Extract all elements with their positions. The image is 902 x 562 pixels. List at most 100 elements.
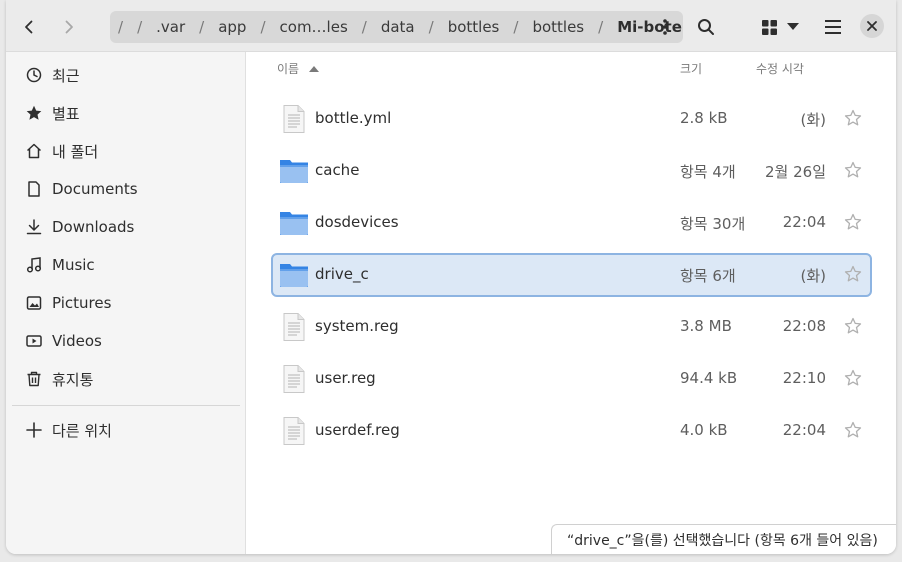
file-name: drive_c xyxy=(315,265,369,283)
sidebar-item-label: 최근 xyxy=(52,66,80,85)
sidebar-item-music[interactable]: Music xyxy=(12,247,240,283)
text-file-icon xyxy=(279,312,309,342)
main-menu-button[interactable] xyxy=(816,10,850,44)
picture-icon xyxy=(26,295,42,311)
back-arrow-icon xyxy=(25,20,33,34)
file-row[interactable]: user.reg 94.4 kB 22:10 xyxy=(271,357,872,401)
path-separator: / xyxy=(598,18,604,36)
folder-icon xyxy=(279,208,309,238)
download-icon xyxy=(26,219,42,235)
back-button[interactable] xyxy=(12,10,46,44)
column-header-label: 이름 xyxy=(277,62,300,76)
file-name: bottle.yml xyxy=(315,109,392,127)
star-toggle-icon[interactable] xyxy=(844,421,862,439)
path-separator: / xyxy=(260,18,266,36)
file-manager-window: / / .var / app / com…les / data / bottle… xyxy=(6,0,896,554)
path-menu-button[interactable] xyxy=(653,15,677,39)
sidebar-item-label: 다른 위치 xyxy=(52,421,112,440)
vertical-dots-icon xyxy=(663,19,667,35)
sidebar-item-videos[interactable]: Videos xyxy=(12,323,240,359)
sidebar-item-label: Videos xyxy=(52,332,102,350)
header-bar: / / .var / app / com…les / data / bottle… xyxy=(6,0,896,52)
star-toggle-icon[interactable] xyxy=(844,317,862,335)
sidebar-item-recent[interactable]: 최근 xyxy=(12,57,240,93)
clock-icon xyxy=(26,67,42,83)
file-row[interactable]: system.reg 3.8 MB 22:08 xyxy=(271,305,872,349)
path-separator: / xyxy=(199,18,205,36)
file-modified: (화) xyxy=(800,267,826,285)
video-icon xyxy=(26,333,42,349)
file-name: dosdevices xyxy=(315,213,399,231)
path-separator: / xyxy=(428,18,434,36)
path-separator: / xyxy=(361,18,367,36)
sidebar-item-label: Pictures xyxy=(52,294,112,312)
sidebar-item-documents[interactable]: Documents xyxy=(12,171,240,207)
column-header-modified[interactable]: 수정 시각 xyxy=(756,60,804,77)
sidebar: 최근 별표 내 폴더 Documents Downloads Music Pic… xyxy=(6,52,246,554)
text-file-icon xyxy=(279,416,309,446)
star-toggle-icon[interactable] xyxy=(844,213,862,231)
file-modified: (화) xyxy=(800,111,826,129)
star-toggle-icon[interactable] xyxy=(844,161,862,179)
column-header-size[interactable]: 크기 xyxy=(680,60,702,77)
sidebar-item-label: Documents xyxy=(52,180,138,198)
path-crumb-var[interactable]: .var xyxy=(156,18,185,36)
close-button[interactable] xyxy=(860,14,884,38)
sidebar-item-trash[interactable]: 휴지통 xyxy=(12,361,240,397)
sidebar-item-label: 휴지통 xyxy=(52,370,94,389)
sidebar-item-label: 내 폴더 xyxy=(52,142,99,161)
file-row[interactable]: bottle.yml 2.8 kB (화) xyxy=(271,97,872,141)
close-icon xyxy=(867,21,877,31)
file-row[interactable]: cache 항목 4개 2월 26일 xyxy=(271,149,872,193)
file-size: 4.0 kB xyxy=(680,421,728,439)
file-modified: 2월 26일 xyxy=(765,163,826,181)
sidebar-item-downloads[interactable]: Downloads xyxy=(12,209,240,245)
file-modified: 22:04 xyxy=(782,213,826,231)
hamburger-menu-icon xyxy=(825,20,841,34)
text-file-icon xyxy=(279,364,309,394)
search-button[interactable] xyxy=(689,10,723,44)
file-size: 항목 6개 xyxy=(680,267,736,285)
star-toggle-icon[interactable] xyxy=(844,109,862,127)
star-icon xyxy=(26,105,42,121)
sidebar-item-pictures[interactable]: Pictures xyxy=(12,285,240,321)
search-icon xyxy=(698,19,714,35)
file-modified: 22:08 xyxy=(782,317,826,335)
grid-view-button[interactable] xyxy=(752,10,786,44)
path-separator: / xyxy=(137,18,143,36)
file-size: 항목 4개 xyxy=(680,163,736,181)
file-modified: 22:10 xyxy=(782,369,826,387)
path-crumb-app[interactable]: app xyxy=(218,18,246,36)
star-toggle-icon[interactable] xyxy=(844,265,862,283)
file-row[interactable]: userdef.reg 4.0 kB 22:04 xyxy=(271,409,872,453)
file-row[interactable]: drive_c 항목 6개 (화) xyxy=(271,253,872,297)
forward-arrow-icon xyxy=(65,20,73,34)
path-root[interactable]: / xyxy=(118,18,123,36)
file-list-view: 이름 크기 수정 시각 bottle.yml 2.8 kB (화) cache 항목 4… xyxy=(247,52,896,554)
document-icon xyxy=(26,181,42,197)
sidebar-item-starred[interactable]: 별표 xyxy=(12,95,240,131)
chevron-down-icon xyxy=(787,23,799,30)
view-options-button[interactable] xyxy=(782,10,804,44)
path-crumb-bottles-2[interactable]: bottles xyxy=(532,18,584,36)
path-bar[interactable]: / / .var / app / com…les / data / bottle… xyxy=(110,11,683,43)
folder-icon xyxy=(279,260,309,290)
sidebar-divider xyxy=(12,405,240,406)
plus-icon xyxy=(26,422,42,438)
path-crumb-com[interactable]: com…les xyxy=(280,18,348,36)
sidebar-item-label: 별표 xyxy=(52,104,80,123)
star-toggle-icon[interactable] xyxy=(844,369,862,387)
file-name: system.reg xyxy=(315,317,399,335)
column-header-name[interactable]: 이름 xyxy=(277,60,319,77)
path-separator: / xyxy=(513,18,519,36)
sidebar-item-home[interactable]: 내 폴더 xyxy=(12,133,240,169)
file-size: 항목 30개 xyxy=(680,215,746,233)
file-size: 94.4 kB xyxy=(680,369,738,387)
folder-icon xyxy=(279,156,309,186)
path-crumb-data[interactable]: data xyxy=(381,18,415,36)
forward-button[interactable] xyxy=(52,10,86,44)
file-size: 3.8 MB xyxy=(680,317,732,335)
sidebar-item-other-locations[interactable]: 다른 위치 xyxy=(12,412,240,448)
path-crumb-bottles[interactable]: bottles xyxy=(448,18,500,36)
file-row[interactable]: dosdevices 항목 30개 22:04 xyxy=(271,201,872,245)
